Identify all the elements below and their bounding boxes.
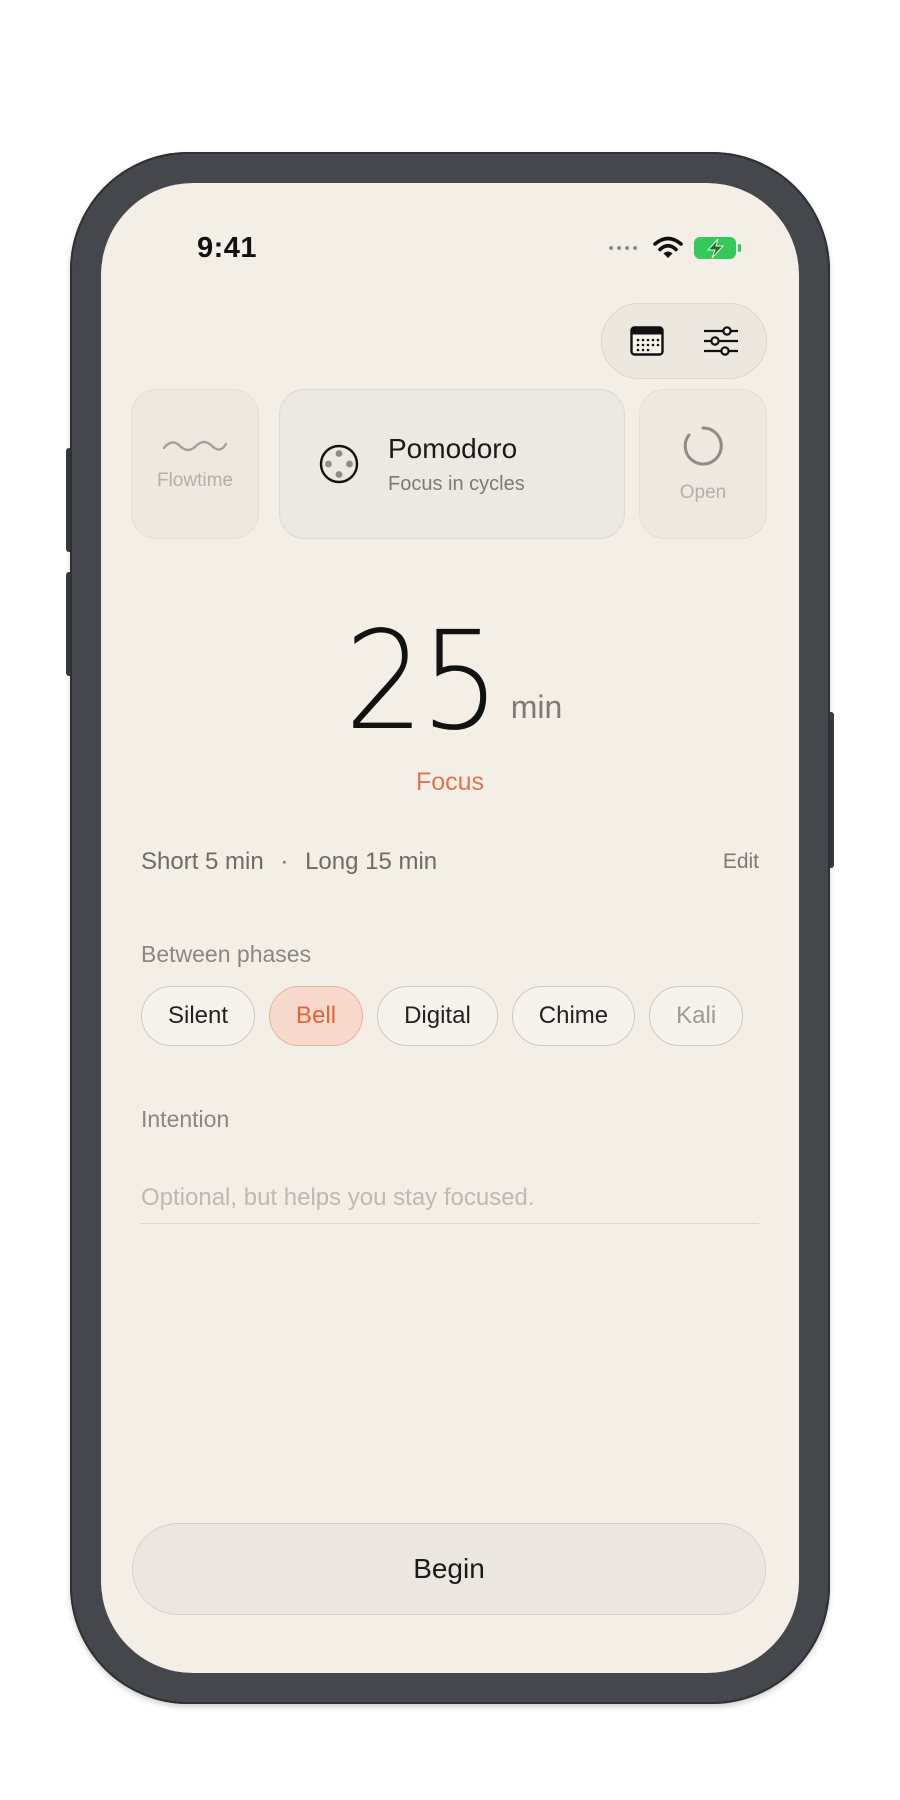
timer-display: 25 min: [101, 603, 799, 761]
mode-title: Pomodoro: [388, 432, 518, 464]
app-screen: 9:41 Flowtime Pomodoro Focus in cycles O…: [101, 183, 799, 1673]
chip-digital[interactable]: Digital: [377, 986, 498, 1046]
open-ring-icon: [683, 426, 723, 466]
short-break-label: Short 5 min: [141, 848, 264, 875]
chip-bell[interactable]: Bell: [269, 986, 364, 1046]
chip-silent[interactable]: Silent: [141, 986, 256, 1046]
intention-field[interactable]: [141, 1173, 759, 1224]
battery-charging-icon: [694, 237, 741, 259]
mode-texts: Pomodoro Focus in cycles: [388, 433, 525, 496]
mode-card-flowtime[interactable]: Flowtime: [131, 389, 259, 539]
edit-durations-button[interactable]: Edit: [723, 850, 759, 874]
mode-card-pomodoro[interactable]: Pomodoro Focus in cycles: [279, 389, 625, 539]
sound-section-label: Between phases: [141, 941, 312, 967]
long-break-label: Long 15 min: [305, 848, 438, 875]
wifi-icon: [653, 236, 683, 258]
chip-chime[interactable]: Chime: [511, 986, 636, 1046]
begin-button[interactable]: Begin: [132, 1523, 766, 1615]
chip-kali[interactable]: Kali: [649, 986, 744, 1046]
wave-icon: [162, 440, 228, 452]
signal-dots-icon: [609, 246, 637, 250]
mode-subtitle: Focus in cycles: [388, 472, 525, 495]
status-time: 9:41: [197, 232, 258, 264]
separator-dot: ·: [280, 848, 289, 875]
calendar-icon: [630, 326, 664, 356]
sound-chips: Silent Bell Digital Chime Kali: [141, 986, 759, 1050]
mode-label-open: Open: [679, 482, 727, 503]
status-icons: [609, 233, 743, 263]
settings-button[interactable]: [693, 313, 749, 369]
mode-label-flowtime: Flowtime: [156, 470, 233, 491]
mode-card-open[interactable]: Open: [639, 389, 767, 539]
timer-unit: min: [510, 689, 563, 725]
pomodoro-icon: [319, 444, 359, 484]
intention-label: Intention: [141, 1106, 230, 1132]
phone-frame: 9:41 Flowtime Pomodoro Focus in cycles O…: [70, 152, 830, 1704]
phase-label: Focus: [415, 768, 485, 796]
top-actions: [601, 303, 767, 379]
timer-minutes: 25: [344, 603, 500, 761]
sliders-icon: [704, 326, 738, 356]
calendar-button[interactable]: [619, 313, 675, 369]
break-durations: Short 5 min · Long 15 min: [141, 848, 437, 876]
